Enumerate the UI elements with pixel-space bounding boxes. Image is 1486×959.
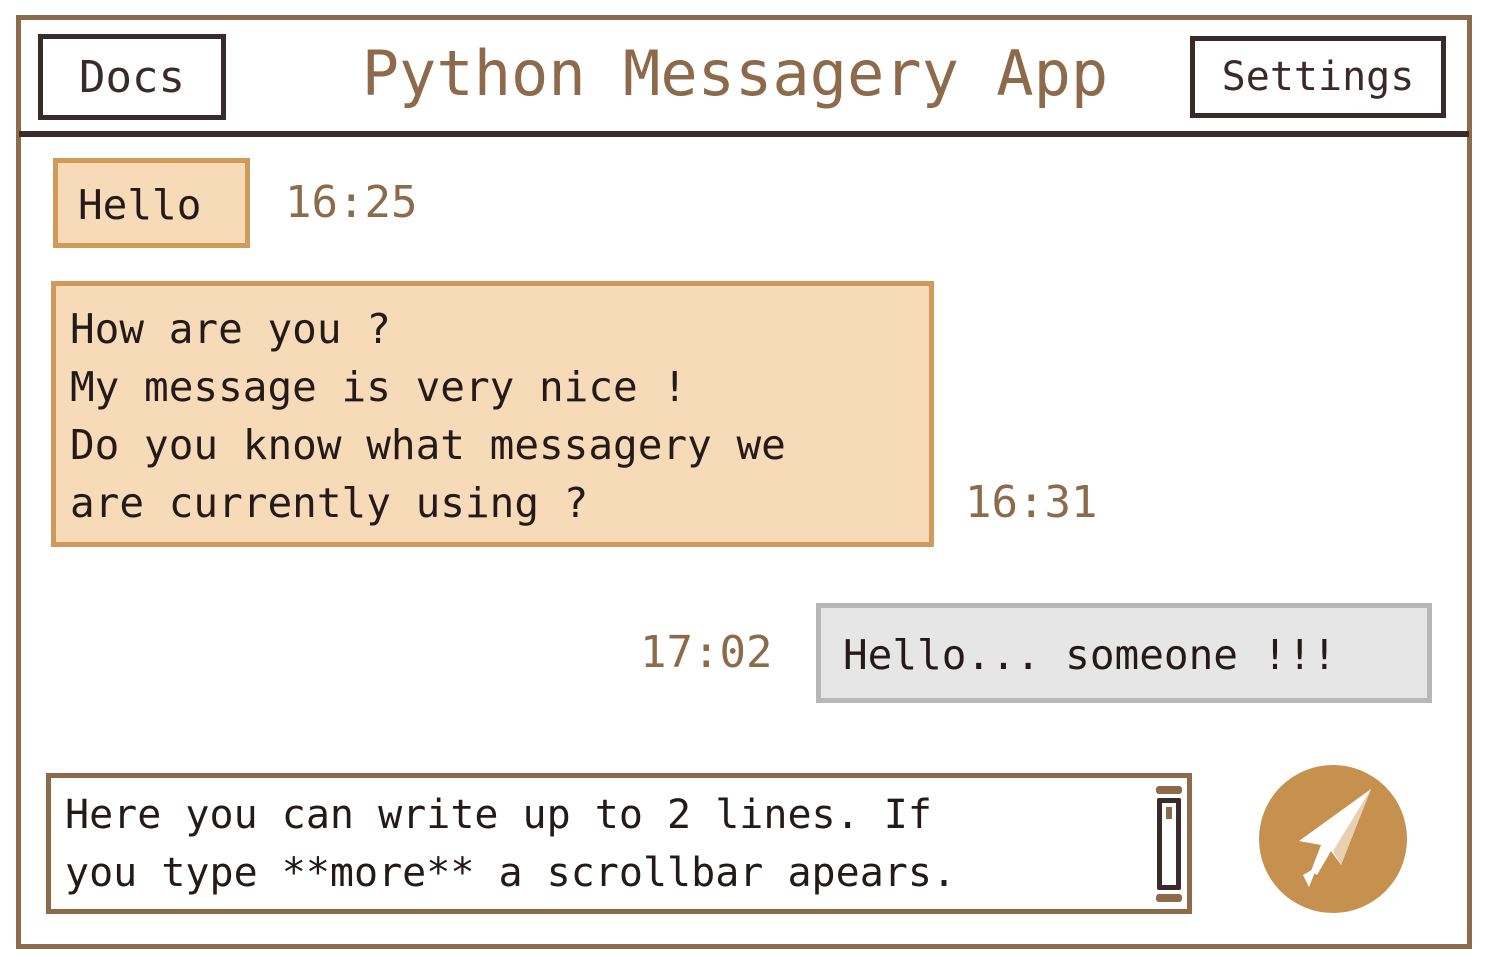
message-timestamp: 17:02 — [640, 627, 773, 678]
header-divider — [19, 131, 1469, 137]
scrollbar-down-cap[interactable] — [1156, 894, 1182, 902]
scrollbar-thumb[interactable] — [1166, 807, 1172, 819]
message-input[interactable]: Here you can write up to 2 lines. If you… — [46, 773, 1192, 914]
send-icon — [1299, 789, 1371, 887]
message-timestamp: 16:25 — [285, 177, 418, 228]
message-bubble-outgoing: Hello... someone !!! — [816, 603, 1432, 703]
scrollbar-track[interactable] — [1157, 798, 1181, 890]
docs-button[interactable]: Docs — [38, 34, 226, 120]
send-button[interactable] — [1259, 765, 1407, 913]
message-input-scrollbar[interactable] — [1156, 786, 1182, 902]
message-input-text[interactable]: Here you can write up to 2 lines. If you… — [65, 786, 1145, 902]
page-title: Python Messagery App — [361, 37, 1109, 110]
settings-button[interactable]: Settings — [1190, 36, 1446, 118]
scrollbar-up-cap[interactable] — [1156, 786, 1182, 794]
message-timestamp: 16:31 — [965, 477, 1098, 528]
message-bubble-incoming: How are you ? My message is very nice ! … — [51, 281, 934, 547]
message-bubble-incoming: Hello — [53, 158, 250, 248]
